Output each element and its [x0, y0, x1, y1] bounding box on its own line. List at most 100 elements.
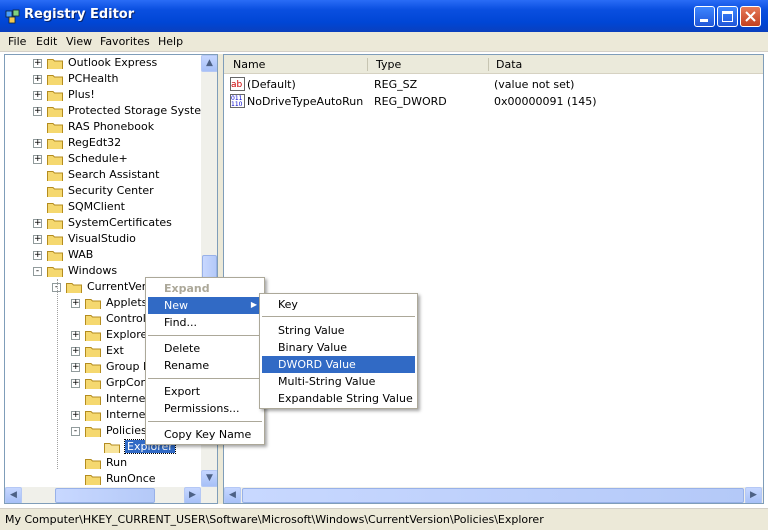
scroll-thumb[interactable] [242, 488, 744, 503]
expand-icon[interactable]: + [33, 250, 42, 260]
expand-icon[interactable]: + [33, 90, 42, 100]
column-divider[interactable] [488, 58, 489, 71]
folder-icon [85, 363, 101, 373]
menu-item-label: Expandable String Value [278, 392, 413, 405]
expand-icon[interactable]: + [33, 74, 42, 84]
value-list-pane[interactable]: Name Type Data ab (Default) REG_SZ (valu… [223, 54, 764, 504]
expand-icon[interactable]: + [71, 346, 80, 356]
expand-icon[interactable]: + [33, 58, 42, 68]
menu-item-label: New [164, 299, 188, 312]
scroll-thumb[interactable] [55, 488, 155, 503]
list-row[interactable]: 011 110 NoDriveTypeAutoRun REG_DWORD 0x0… [228, 93, 758, 110]
tree-item[interactable]: + Schedule+ [5, 151, 201, 167]
close-icon [745, 11, 756, 22]
close-button[interactable] [740, 6, 761, 27]
menu-edit[interactable]: Edit [36, 35, 57, 48]
column-header-name[interactable]: Name [233, 58, 265, 71]
folder-icon [66, 283, 82, 293]
tree-item[interactable]: Security Center [5, 183, 201, 199]
menu-item-export[interactable]: Export [148, 383, 262, 400]
expand-icon[interactable]: + [33, 138, 42, 148]
menu-item-find[interactable]: Find... [148, 314, 262, 331]
scroll-down-button[interactable]: ▼ [201, 470, 217, 487]
folder-icon [47, 139, 63, 149]
tree-item[interactable]: + VisualStudio [5, 231, 201, 247]
folder-icon [47, 155, 63, 165]
menu-item-key[interactable]: Key [262, 296, 415, 313]
value-data: (value not set) [494, 78, 575, 91]
expand-icon[interactable]: + [71, 298, 80, 308]
tree-item-label: VisualStudio [68, 232, 136, 245]
expand-icon[interactable]: + [33, 218, 42, 228]
expander-glyph: + [34, 250, 42, 260]
tree-item[interactable]: + PCHealth [5, 71, 201, 87]
expand-icon[interactable]: + [33, 106, 42, 116]
menu-item-delete[interactable]: Delete [148, 340, 262, 357]
column-divider[interactable] [367, 58, 368, 71]
tree-item[interactable]: + WAB [5, 247, 201, 263]
minimize-button[interactable] [694, 6, 715, 27]
value-name: NoDriveTypeAutoRun [247, 95, 364, 108]
value-type: REG_DWORD [374, 95, 447, 108]
tree-item[interactable]: RunOnce [5, 471, 201, 487]
maximize-button[interactable] [717, 6, 738, 27]
tree-horizontal-scrollbar[interactable]: ◀ ▶ [5, 487, 217, 503]
scroll-left-button[interactable]: ◀ [224, 487, 241, 503]
title-bar[interactable]: Registry Editor [0, 0, 768, 32]
tree-item[interactable]: + Protected Storage System P [5, 103, 217, 119]
expand-icon[interactable]: + [71, 378, 80, 388]
folder-icon [47, 75, 63, 85]
collapse-icon[interactable]: - [33, 266, 42, 276]
expander-glyph: - [73, 426, 78, 436]
menu-item-copy-key-name[interactable]: Copy Key Name [148, 426, 262, 443]
folder-icon [85, 331, 101, 341]
column-header-data[interactable]: Data [496, 58, 522, 71]
tree-item-label: Run [106, 456, 128, 469]
menu-item-binary-value[interactable]: Binary Value [262, 339, 415, 356]
expand-icon[interactable]: + [71, 410, 80, 420]
menu-item-label: Delete [164, 342, 201, 355]
expander-glyph: + [34, 106, 42, 116]
menu-favorites[interactable]: Favorites [100, 35, 150, 48]
expand-icon[interactable]: + [71, 330, 80, 340]
expand-icon[interactable]: + [71, 362, 80, 372]
menu-item-multi-string-value[interactable]: Multi-String Value [262, 373, 415, 390]
tree-item-label: Applets [106, 296, 148, 309]
scroll-up-button[interactable]: ▲ [201, 55, 217, 72]
tree-item[interactable]: + RegEdt32 [5, 135, 201, 151]
scroll-right-button[interactable]: ▶ [745, 487, 762, 503]
expand-icon[interactable]: + [33, 234, 42, 244]
menu-item-dword-value[interactable]: DWORD Value [262, 356, 415, 373]
list-horizontal-scrollbar[interactable]: ◀ ▶ [224, 487, 763, 503]
folder-icon [85, 347, 101, 357]
list-row[interactable]: ab (Default) REG_SZ (value not set) [228, 76, 758, 93]
tree-item[interactable]: Run [5, 455, 201, 471]
menu-help[interactable]: Help [158, 35, 183, 48]
menu-item-rename[interactable]: Rename [148, 357, 262, 374]
expand-icon[interactable]: + [33, 154, 42, 164]
collapse-icon[interactable]: - [71, 426, 80, 436]
scroll-right-button[interactable]: ▶ [184, 487, 201, 503]
expander-glyph: + [72, 298, 80, 308]
tree-item[interactable]: Search Assistant [5, 167, 201, 183]
tree-item[interactable]: + Plus! [5, 87, 201, 103]
expander-glyph: + [72, 346, 80, 356]
menu-item-label: Key [278, 298, 298, 311]
menu-item-expand[interactable]: Expand [148, 280, 262, 297]
menu-view[interactable]: View [66, 35, 92, 48]
tree-item[interactable]: SQMClient [5, 199, 201, 215]
menu-file[interactable]: File [8, 35, 26, 48]
tree-item[interactable]: + Outlook Express [5, 55, 201, 71]
tree-item[interactable]: RAS Phonebook [5, 119, 201, 135]
tree-item-label: WAB [68, 248, 94, 261]
expander-glyph: + [34, 138, 42, 148]
status-bar: My Computer\HKEY_CURRENT_USER\Software\M… [0, 508, 768, 530]
menu-item-new[interactable]: New ▶ [148, 297, 262, 314]
tree-item[interactable]: + SystemCertificates [5, 215, 201, 231]
column-header-type[interactable]: Type [376, 58, 401, 71]
folder-icon [85, 411, 101, 421]
menu-item-permissions[interactable]: Permissions... [148, 400, 262, 417]
menu-item-expandable-string-value[interactable]: Expandable String Value [262, 390, 415, 407]
scroll-left-button[interactable]: ◀ [5, 487, 22, 503]
menu-item-string-value[interactable]: String Value [262, 322, 415, 339]
